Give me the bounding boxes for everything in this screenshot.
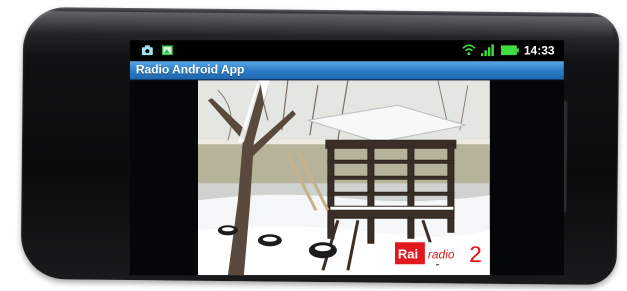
status-time: 14:33	[523, 43, 555, 58]
phone-screen: 14:33 Radio Android App Rai radio 2	[129, 40, 564, 276]
status-bar: 14:33	[129, 40, 564, 62]
image-icon	[161, 45, 173, 56]
wifi-icon	[462, 44, 476, 56]
logo-channel-text: 2	[469, 241, 482, 266]
rai-radio2-logo: Rai radio 2	[394, 241, 483, 266]
signal-icon	[480, 44, 494, 57]
camera-icon	[141, 45, 153, 56]
logo-rai-text: Rai	[398, 246, 418, 261]
app-title-bar: Radio Android App	[129, 61, 564, 81]
phone-body: 14:33 Radio Android App Rai radio 2	[20, 6, 620, 286]
logo-radio-text: radio	[428, 247, 455, 261]
battery-icon	[500, 45, 519, 56]
photo-of-phone: 14:33 Radio Android App Rai radio 2	[0, 0, 627, 291]
app-title: Radio Android App	[135, 62, 245, 77]
app-content: Rai radio 2	[129, 80, 564, 276]
